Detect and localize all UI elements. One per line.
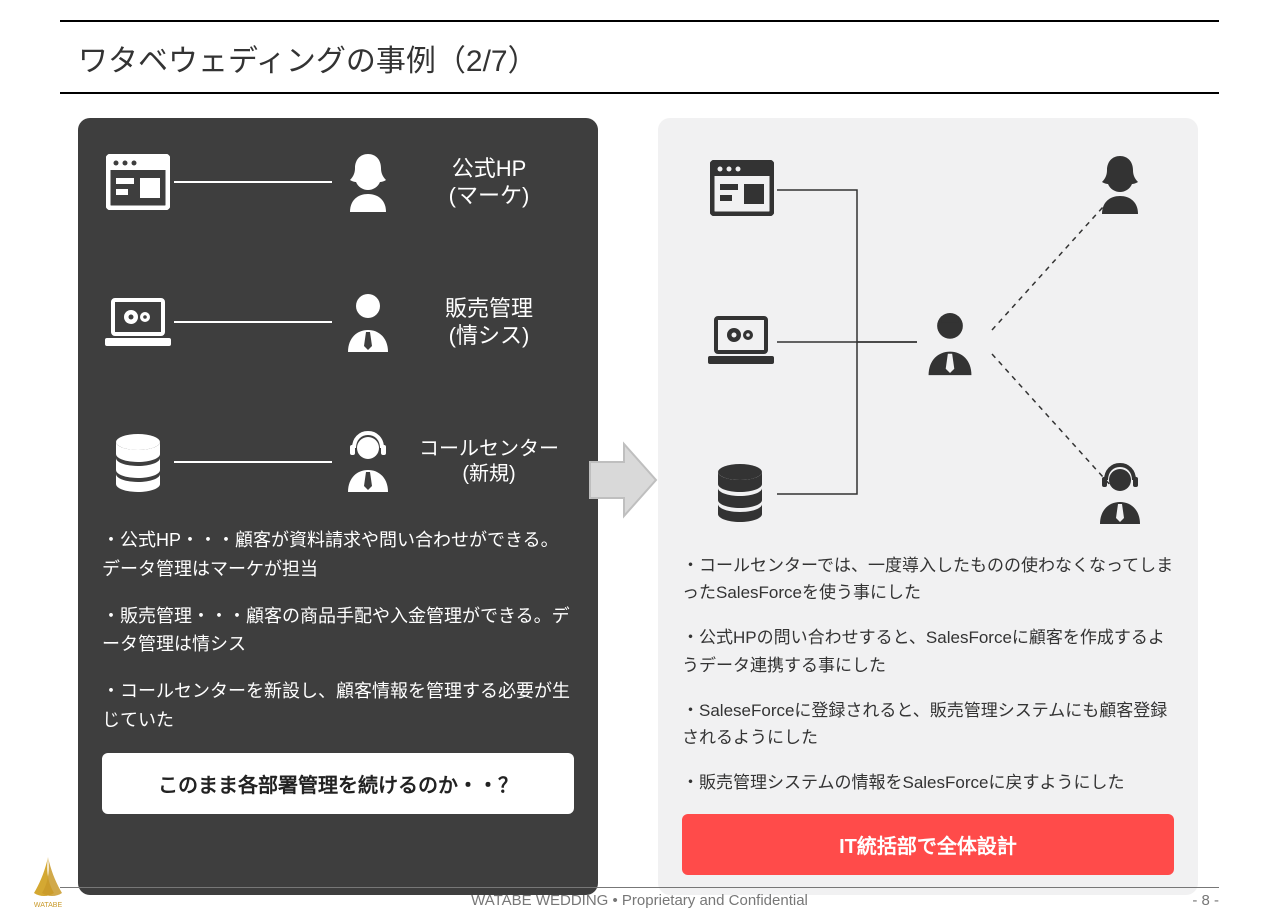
slide-title: ワタベウェディングの事例（2/7） [0,22,1279,92]
person-female-icon [1092,152,1148,216]
bullet-text: ・SaleseForceに登録されると、販売管理システムにも顧客登録されるように… [682,697,1174,751]
panel-after: ・コールセンターでは、一度導入したものの使わなくなってしまったSalesForc… [658,118,1198,895]
browser-icon [710,160,774,216]
footer: WATABE WEDDING • Proprietary and Confide… [0,887,1279,909]
bullet-text: ・コールセンターを新設し、顧客情報を管理する必要が生じていた [102,677,574,735]
connector-line [174,461,332,463]
row-label: 公式HP (マーケ) [404,155,574,210]
connector-line [174,321,332,323]
row-callcenter: コールセンター (新規) [102,422,574,502]
database-icon [712,462,768,522]
brand-logo: WATABE [18,851,78,911]
bullet-text: ・公式HP・・・顧客が資料請求や問い合わせができる。データ管理はマーケが担当 [102,526,574,584]
browser-icon [102,154,174,210]
cta-after: IT統括部で全体設計 [682,814,1174,875]
cta-before: このまま各部署管理を続けるのか・・？ [102,753,574,814]
database-icon [102,432,174,492]
person-tie-icon [920,308,980,378]
row-label: コールセンター (新規) [404,437,574,487]
row-hp: 公式HP (マーケ) [102,142,574,222]
right-bullets: ・コールセンターでは、一度導入したものの使わなくなってしまったSalesForc… [682,552,1174,796]
bullet-text: ・販売管理システムの情報をSalesForceに戻すようにした [682,769,1174,796]
brand-text: WATABE [34,902,63,909]
person-headset-icon [1092,462,1148,526]
bullet-text: ・コールセンターでは、一度導入したものの使わなくなってしまったSalesForc… [682,552,1174,606]
connector-line [174,181,332,183]
person-tie-icon [332,290,404,354]
arrow-icon [588,440,658,520]
person-headset-icon [332,430,404,494]
left-bullets: ・公式HP・・・顧客が資料請求や問い合わせができる。データ管理はマーケが担当 ・… [102,526,574,735]
row-label: 販売管理 (情シス) [404,295,574,350]
bullet-text: ・公式HPの問い合わせすると、SalesForceに顧客を作成するようデータ連携… [682,624,1174,678]
row-sales: 販売管理 (情シス) [102,282,574,362]
panel-before: 公式HP (マーケ) 販売管理 (情シス) [78,118,598,895]
footer-rule [60,887,1219,888]
laptop-gear-icon [102,296,174,348]
footer-center-text: WATABE WEDDING • Proprietary and Confide… [0,892,1279,909]
laptop-gear-icon [706,314,776,366]
diagram-area [682,142,1174,552]
bullet-text: ・販売管理・・・顧客の商品手配や入金管理ができる。データ管理は情シス [102,602,574,660]
slide: ワタベウェディングの事例（2/7） 公式HP (マーケ) [0,20,1279,917]
person-female-icon [332,150,404,214]
slide-body: 公式HP (マーケ) 販売管理 (情シス) [0,94,1279,895]
